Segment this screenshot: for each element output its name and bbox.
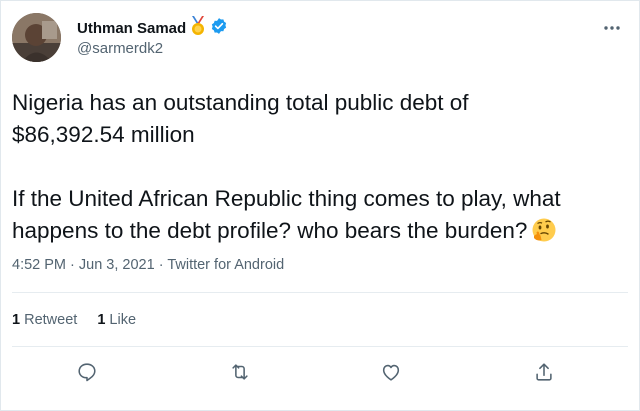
tweet-card: Uthman Samad @sarmerdk2 Nigeria has an o…	[0, 0, 640, 411]
tweet-line: $86,392.54 million	[12, 122, 195, 147]
more-icon[interactable]	[603, 15, 621, 36]
retweet-count: 1	[12, 312, 21, 328]
display-name[interactable]: Uthman Samad	[77, 20, 186, 37]
like-label: Like	[105, 312, 137, 328]
share-icon[interactable]	[533, 361, 561, 389]
divider	[12, 292, 628, 293]
avatar-image	[12, 13, 61, 62]
divider	[12, 346, 628, 347]
action-bar	[1, 361, 640, 391]
retweet-stat[interactable]: 1 Retweet	[12, 312, 77, 328]
retweet-label: Retweet	[20, 312, 78, 328]
retweet-icon[interactable]	[229, 361, 257, 389]
meta-separator: ·	[154, 257, 168, 273]
tweet-date[interactable]: Jun 3, 2021	[79, 257, 155, 273]
tweet-meta: 4:52 PM · Jun 3, 2021 · Twitter for Andr…	[12, 257, 284, 273]
verified-badge-icon	[210, 17, 228, 40]
user-handle[interactable]: @sarmerdk2	[77, 40, 163, 57]
like-stat[interactable]: 1 Like	[97, 312, 136, 328]
tweet-line: If the United African Republic thing com…	[12, 186, 561, 211]
name-row: Uthman Samad	[77, 16, 228, 41]
meta-separator: ·	[66, 257, 79, 273]
tweet-source[interactable]: Twitter for Android	[167, 257, 284, 273]
tweet-stats: 1 Retweet 1 Like	[12, 312, 136, 328]
medal-icon	[189, 16, 207, 41]
tweet-text: Nigeria has an outstanding total public …	[12, 87, 624, 247]
reply-icon[interactable]	[76, 361, 104, 389]
tweet-line: Nigeria has an outstanding total public …	[12, 90, 469, 115]
tweet-line: happens to the debt profile? who bears t…	[12, 218, 528, 243]
avatar[interactable]	[12, 13, 61, 62]
like-icon[interactable]	[380, 361, 408, 389]
thinking-face-emoji-icon	[531, 217, 557, 243]
tweet-line-with-emoji: happens to the debt profile? who bears t…	[12, 215, 624, 247]
tweet-time[interactable]: 4:52 PM	[12, 257, 66, 273]
